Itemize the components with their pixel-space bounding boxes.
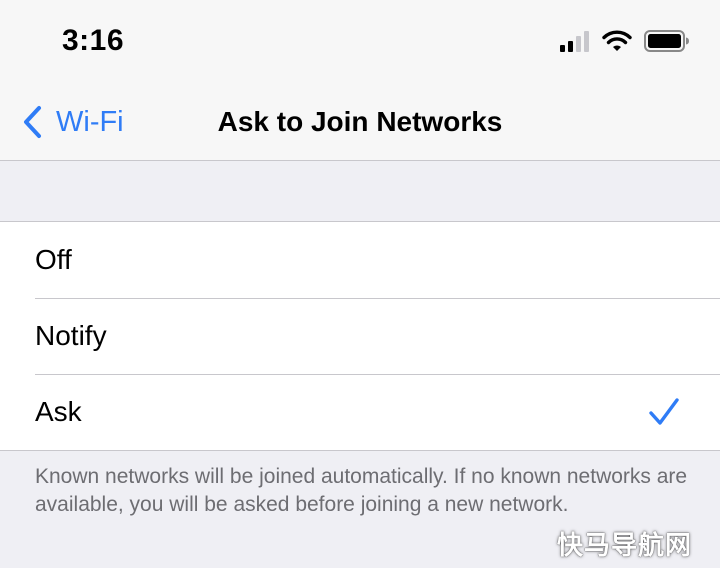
status-bar: 3:16 <box>0 0 720 84</box>
checkmark-icon <box>648 397 680 427</box>
option-label: Ask <box>35 396 82 427</box>
wifi-icon <box>602 30 632 57</box>
option-off[interactable]: Off <box>0 222 720 298</box>
cellular-signal-icon <box>560 30 590 57</box>
page-title: Ask to Join Networks <box>217 106 503 137</box>
option-label: Notify <box>35 320 107 351</box>
option-label: Off <box>35 244 72 275</box>
watermark: 快马导航网 <box>556 531 692 561</box>
battery-icon <box>644 30 690 57</box>
status-time: 3:16 <box>62 24 125 57</box>
navigation-bar: Wi-Fi Ask to Join Networks <box>0 84 720 161</box>
option-notify[interactable]: Notify <box>0 298 720 374</box>
status-icons <box>560 30 690 57</box>
option-ask[interactable]: Ask <box>0 374 720 450</box>
section-header-spacer <box>0 161 720 221</box>
section-footer-description: Known networks will be joined automatica… <box>35 465 688 516</box>
options-list: Off Notify Ask <box>0 221 720 451</box>
